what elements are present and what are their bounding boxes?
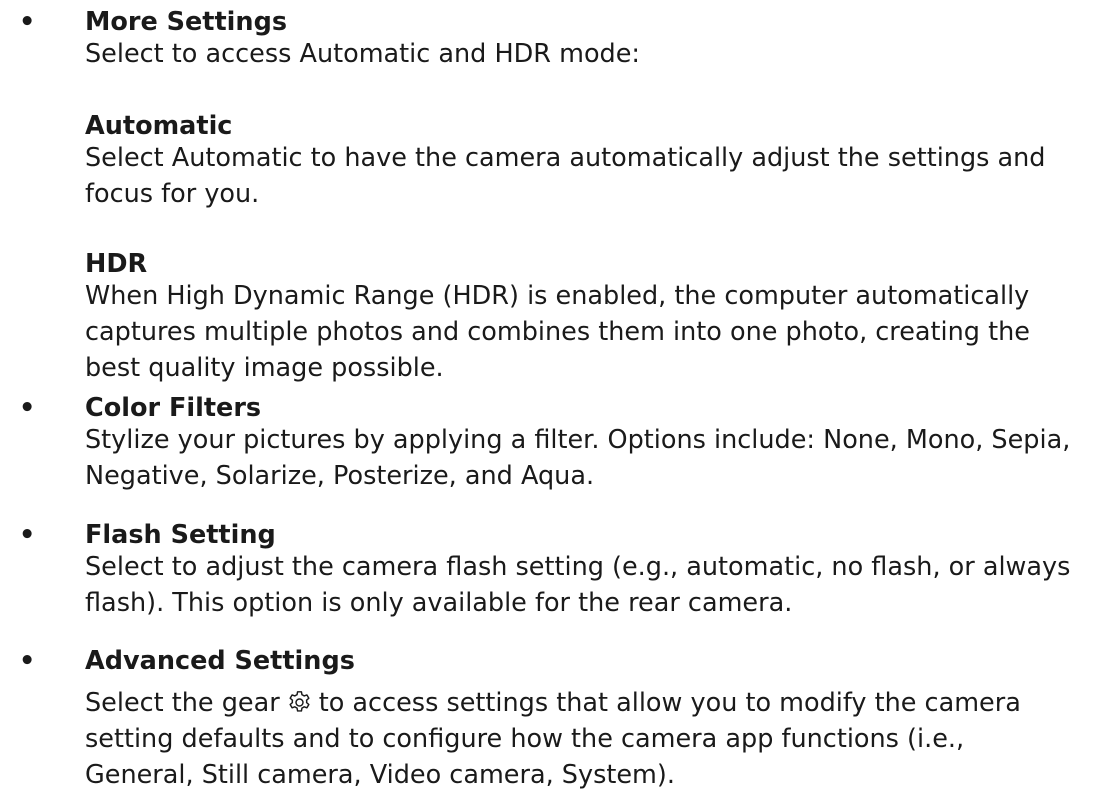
hdr-heading: HDR <box>85 249 148 279</box>
hdr-description: When High Dynamic Range (HDR) is enabled… <box>85 278 1095 386</box>
advanced-settings-description-line: Select the gear to access settings that … <box>85 685 1095 721</box>
bullet-marker: • <box>19 646 36 676</box>
automatic-description: Select Automatic to have the camera auto… <box>85 140 1095 212</box>
gear-icon <box>289 691 310 712</box>
advanced-text-before-icon: Select the gear <box>85 688 280 718</box>
bullet-marker: • <box>19 520 36 550</box>
advanced-text-after-icon: to access settings that allow you to mod… <box>318 688 1021 718</box>
automatic-description-line: focus for you. <box>85 179 260 209</box>
flash-setting-description-line: flash). This option is only available fo… <box>85 588 793 618</box>
advanced-settings-heading: Advanced Settings <box>85 646 355 676</box>
hdr-description-line: When High Dynamic Range (HDR) is enabled… <box>85 281 1030 311</box>
hdr-description-line: captures multiple photos and combines th… <box>85 317 1030 347</box>
bullet-marker: • <box>19 393 36 423</box>
hdr-description-line: best quality image possible. <box>85 353 444 383</box>
more-settings-heading: More Settings <box>85 7 288 37</box>
more-settings-intro-line: Select to access Automatic and HDR mode: <box>85 39 641 69</box>
bullet-marker: • <box>19 7 36 37</box>
automatic-description-line: Select Automatic to have the camera auto… <box>85 143 1046 173</box>
advanced-settings-description-line: setting defaults and to configure how th… <box>85 724 965 754</box>
color-filters-heading: Color Filters <box>85 393 262 423</box>
color-filters-description-line: Stylize your pictures by applying a filt… <box>85 425 1071 455</box>
automatic-heading: Automatic <box>85 111 233 141</box>
flash-setting-description-line: Select to adjust the camera flash settin… <box>85 552 1071 582</box>
color-filters-description-line: Negative, Solarize, Posterize, and Aqua. <box>85 461 595 491</box>
flash-setting-description: Select to adjust the camera flash settin… <box>85 549 1095 621</box>
advanced-settings-description: Select the gear to access settings that … <box>85 685 1095 793</box>
more-settings-intro: Select to access Automatic and HDR mode: <box>85 36 1095 72</box>
flash-setting-heading: Flash Setting <box>85 520 276 550</box>
advanced-settings-description-line: General, Still camera, Video camera, Sys… <box>85 760 675 790</box>
color-filters-description: Stylize your pictures by applying a filt… <box>85 422 1095 494</box>
